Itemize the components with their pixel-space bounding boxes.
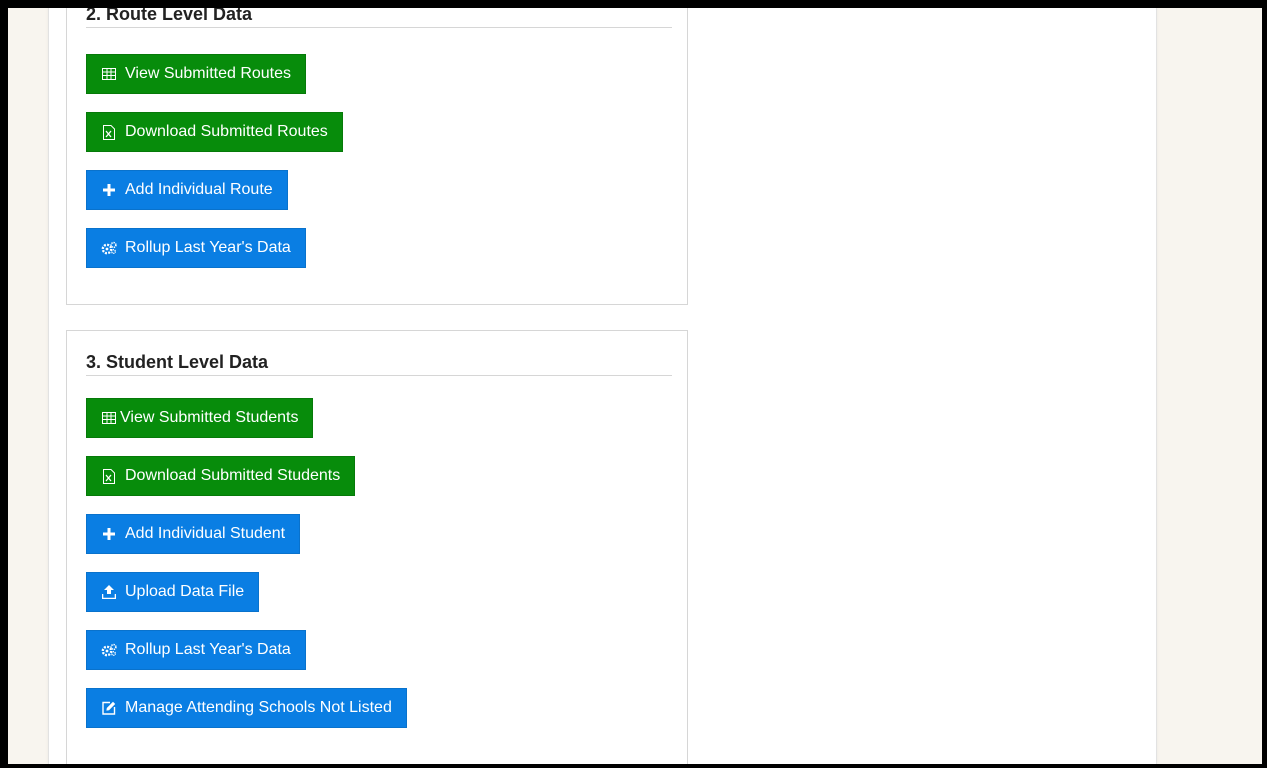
table-icon bbox=[101, 66, 117, 82]
gears-icon bbox=[101, 642, 117, 658]
plus-icon bbox=[101, 182, 117, 198]
route-section-title: 2. Route Level Data bbox=[86, 8, 672, 28]
upload-icon bbox=[101, 584, 117, 600]
download-submitted-routes-button[interactable]: Download Submitted Routes bbox=[86, 112, 343, 152]
edit-icon bbox=[101, 700, 117, 716]
add-individual-route-button[interactable]: Add Individual Route bbox=[86, 170, 288, 210]
rollup-students-label: Rollup Last Year's Data bbox=[125, 641, 291, 658]
view-submitted-students-label: View Submitted Students bbox=[120, 409, 299, 426]
screen: 2. Route Level Data View Submitted Route… bbox=[8, 8, 1262, 764]
view-submitted-routes-button[interactable]: View Submitted Routes bbox=[86, 54, 307, 94]
gears-icon bbox=[101, 240, 117, 256]
student-section-title: 3. Student Level Data bbox=[86, 351, 672, 376]
manage-attending-schools-label: Manage Attending Schools Not Listed bbox=[125, 699, 392, 716]
student-level-panel: 3. Student Level Data View Submitted Stu… bbox=[66, 330, 688, 764]
add-individual-student-label: Add Individual Student bbox=[125, 525, 286, 542]
add-individual-route-label: Add Individual Route bbox=[125, 181, 273, 198]
rollup-routes-label: Rollup Last Year's Data bbox=[125, 239, 291, 256]
rollup-routes-button[interactable]: Rollup Last Year's Data bbox=[86, 228, 306, 268]
download-submitted-routes-label: Download Submitted Routes bbox=[125, 123, 328, 140]
view-submitted-students-button[interactable]: View Submitted Students bbox=[86, 398, 314, 438]
view-submitted-routes-label: View Submitted Routes bbox=[125, 65, 292, 82]
rollup-students-button[interactable]: Rollup Last Year's Data bbox=[86, 630, 306, 670]
plus-icon bbox=[101, 526, 117, 542]
download-submitted-students-button[interactable]: Download Submitted Students bbox=[86, 456, 356, 496]
upload-data-file-button[interactable]: Upload Data File bbox=[86, 572, 260, 612]
page-content: 2. Route Level Data View Submitted Route… bbox=[48, 8, 1157, 764]
excel-file-icon bbox=[101, 468, 117, 484]
upload-data-file-label: Upload Data File bbox=[125, 583, 245, 600]
excel-file-icon bbox=[101, 124, 117, 140]
add-individual-student-button[interactable]: Add Individual Student bbox=[86, 514, 301, 554]
download-submitted-students-label: Download Submitted Students bbox=[125, 467, 341, 484]
route-level-panel: 2. Route Level Data View Submitted Route… bbox=[66, 8, 688, 305]
table-icon bbox=[101, 410, 117, 426]
manage-attending-schools-button[interactable]: Manage Attending Schools Not Listed bbox=[86, 688, 407, 728]
